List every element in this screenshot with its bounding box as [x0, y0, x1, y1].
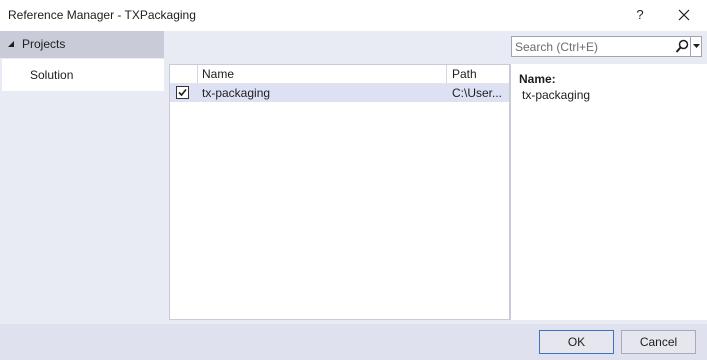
row-name: tx-packaging [202, 86, 271, 100]
ok-button[interactable]: OK [539, 330, 614, 354]
category-tree: Projects Solution [0, 31, 164, 324]
cancel-button[interactable]: Cancel [621, 330, 696, 354]
window-title: Reference Manager - TXPackaging [8, 8, 196, 22]
close-icon [678, 9, 690, 21]
reference-list: Name Path tx-packaging C:\User... [169, 64, 510, 320]
column-header-check[interactable] [170, 65, 198, 83]
tree-item-label: Solution [30, 68, 74, 82]
tree-item-label: Projects [22, 37, 66, 51]
chevron-down-icon [693, 44, 700, 48]
details-name-value: tx-packaging [522, 88, 591, 102]
column-header-label: Path [452, 67, 477, 81]
tree-item-projects[interactable]: Projects [0, 31, 164, 58]
table-row[interactable]: tx-packaging C:\User... [170, 84, 509, 102]
search-box [511, 36, 702, 57]
details-name-label: Name: [519, 72, 556, 86]
column-header-name[interactable]: Name [198, 65, 447, 83]
search-options-dropdown[interactable] [690, 37, 702, 56]
row-path: C:\User... [452, 86, 503, 100]
column-header-label: Name [202, 67, 235, 81]
main-pane: Name Path tx-packaging C:\User... Name: … [164, 31, 707, 324]
button-bar: OK Cancel [0, 324, 707, 360]
details-panel: Name: tx-packaging [510, 64, 707, 320]
list-header: Name Path [170, 65, 509, 84]
reference-checkbox[interactable] [176, 86, 189, 99]
help-button[interactable]: ? [630, 3, 650, 27]
checkmark-icon [178, 88, 187, 97]
title-bar: Reference Manager - TXPackaging ? [0, 0, 707, 31]
search-input[interactable] [515, 39, 671, 54]
search-icon[interactable] [675, 39, 689, 54]
column-header-path[interactable]: Path [447, 65, 509, 83]
close-button[interactable] [672, 3, 696, 27]
tree-item-solution[interactable]: Solution [2, 59, 164, 91]
